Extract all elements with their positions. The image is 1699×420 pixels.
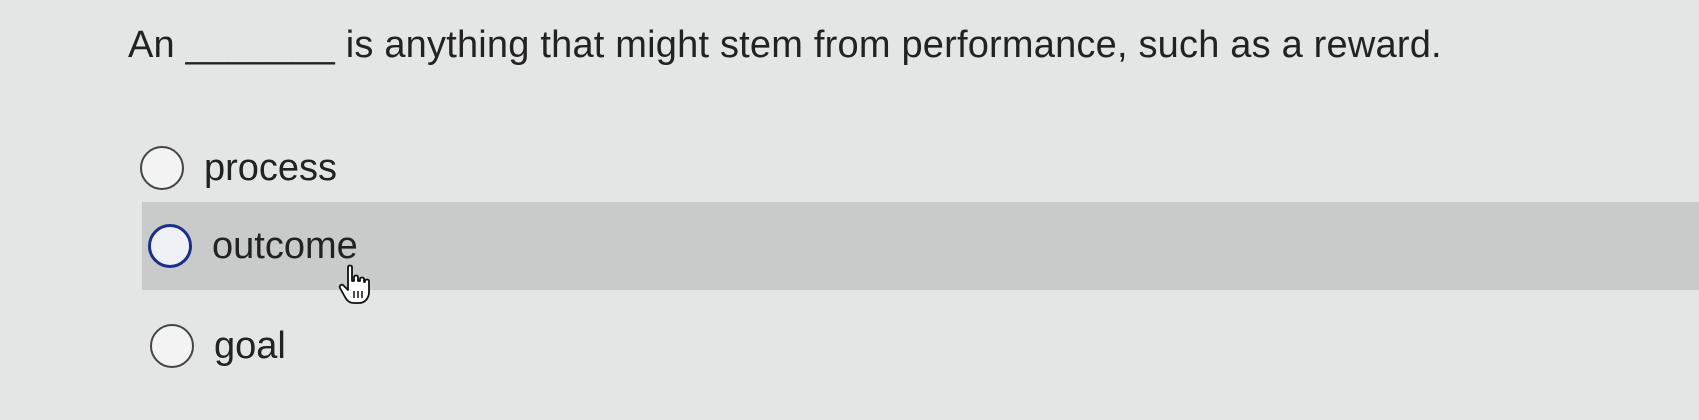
option-label-process: process bbox=[204, 146, 338, 189]
option-goal[interactable]: goal bbox=[150, 302, 550, 390]
option-label-goal: goal bbox=[214, 324, 286, 367]
hand-pointer-icon bbox=[338, 264, 370, 304]
radio-button-goal[interactable] bbox=[150, 324, 194, 368]
option-process[interactable]: process bbox=[140, 124, 540, 212]
radio-button-outcome[interactable] bbox=[148, 224, 192, 268]
option-label-outcome: outcome bbox=[212, 224, 358, 267]
option-outcome[interactable]: outcome bbox=[142, 202, 1699, 290]
radio-button-process[interactable] bbox=[140, 146, 184, 190]
question-text: An _______ is anything that might stem f… bbox=[128, 24, 1442, 66]
